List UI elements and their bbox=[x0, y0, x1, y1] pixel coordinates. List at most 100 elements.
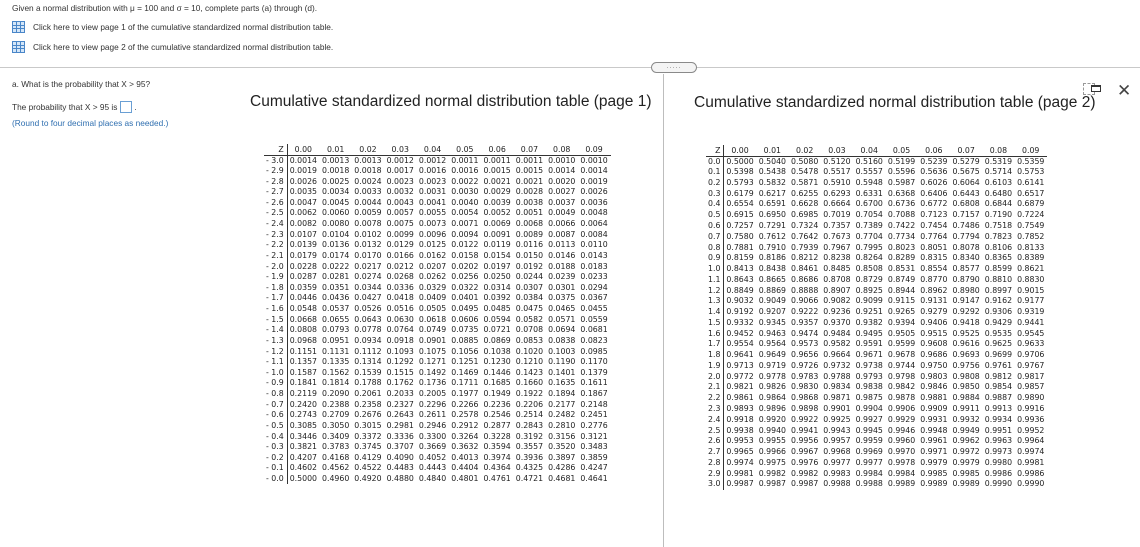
probability-cell: 0.9192 bbox=[726, 307, 754, 317]
probability-cell: 0.0057 bbox=[386, 208, 414, 218]
probability-cell: 0.9251 bbox=[855, 307, 883, 317]
probability-cell: 0.4168 bbox=[322, 452, 350, 462]
probability-cell: 0.1685 bbox=[483, 378, 511, 388]
probability-cell: 0.8508 bbox=[855, 264, 883, 274]
z-value-cell: 1.9 bbox=[706, 360, 725, 372]
probability-cell: 0.9812 bbox=[984, 371, 1013, 381]
probability-cell: 0.0778 bbox=[354, 325, 382, 335]
probability-cell: 0.1867 bbox=[580, 389, 608, 399]
probability-cell: 0.2005 bbox=[418, 389, 447, 399]
probability-cell: 0.7422 bbox=[887, 220, 916, 230]
probability-cell: 0.9971 bbox=[920, 447, 948, 457]
probability-cell: 0.9940 bbox=[758, 425, 786, 435]
probability-cell: 0.3974 bbox=[483, 452, 511, 462]
column-header: 0.09 bbox=[1015, 145, 1048, 157]
probability-cell: 0.9989 bbox=[920, 479, 948, 489]
probability-cell: 0.0055 bbox=[418, 208, 447, 218]
probability-cell: 0.2236 bbox=[483, 399, 511, 409]
probability-cell: 0.9976 bbox=[791, 457, 819, 467]
table-row: 2.2 0.9861 0.9864 0.9868 0.9871 0.9875 0.9878 0… bbox=[706, 392, 1047, 404]
probability-cell: 0.9988 bbox=[823, 479, 851, 489]
probability-cell: 0.5040 bbox=[758, 156, 786, 166]
probability-cell: 0.9916 bbox=[1017, 403, 1045, 413]
probability-cell: 0.5948 bbox=[855, 177, 883, 187]
probability-cell: 0.9927 bbox=[855, 414, 883, 424]
probability-cell: 0.9963 bbox=[984, 436, 1013, 446]
probability-cell: 0.9783 bbox=[791, 371, 819, 381]
probability-cell: 0.5120 bbox=[823, 156, 851, 166]
table-row: - 1.7 0.0446 0.0436 0.0427 0.0418 0.0409 0.040… bbox=[264, 293, 611, 304]
z-value-cell: 2.0 bbox=[706, 371, 725, 383]
probability-cell: 0.8944 bbox=[887, 285, 916, 295]
probability-cell: 0.0012 bbox=[418, 155, 447, 165]
probability-cell: 0.9345 bbox=[758, 317, 786, 327]
probability-cell: 0.0244 bbox=[515, 272, 544, 282]
probability-cell: 0.9826 bbox=[758, 382, 786, 392]
probability-cell: 0.9671 bbox=[855, 350, 883, 360]
probability-cell: 0.9846 bbox=[920, 382, 948, 392]
probability-cell: 0.0336 bbox=[386, 282, 414, 292]
probability-cell: 0.4090 bbox=[386, 452, 414, 462]
table-row: - 0.8 0.2119 0.2090 0.2061 0.2033 0.2005 0.197… bbox=[264, 388, 611, 400]
probability-cell: 0.0901 bbox=[418, 335, 447, 345]
probability-cell: 0.4920 bbox=[354, 474, 382, 484]
probability-cell: 0.3121 bbox=[580, 431, 608, 441]
probability-cell: 0.0060 bbox=[322, 208, 350, 218]
probability-cell: 0.0158 bbox=[451, 250, 479, 260]
table-row: 1.7 0.9554 0.9564 0.9573 0.9582 0.9591 0.9599 0… bbox=[706, 339, 1047, 350]
probability-cell: 0.2946 bbox=[418, 420, 447, 430]
z-value-cell: - 1.4 bbox=[264, 325, 288, 336]
column-header: 0.00 bbox=[723, 145, 757, 157]
probability-cell: 0.0014 bbox=[289, 155, 317, 165]
divider-handle[interactable]: ..... bbox=[651, 62, 697, 73]
table-page1-link[interactable]: Click here to view page 1 of the cumulat… bbox=[12, 21, 333, 33]
probability-cell: 0.0516 bbox=[386, 304, 414, 314]
probability-cell: 0.0375 bbox=[548, 293, 576, 303]
probability-cell: 0.0475 bbox=[515, 304, 544, 314]
probability-cell: 0.1949 bbox=[483, 389, 511, 399]
probability-cell: 0.6985 bbox=[791, 210, 819, 220]
probability-cell: 0.9306 bbox=[984, 307, 1013, 317]
probability-cell: 0.1423 bbox=[515, 367, 544, 377]
table-row: 0.7 0.7580 0.7612 0.7642 0.7673 0.7704 0.7734 0… bbox=[706, 231, 1047, 243]
probability-cell: 0.8438 bbox=[758, 264, 786, 274]
probability-cell: 0.6064 bbox=[952, 177, 980, 187]
probability-cell: 0.0869 bbox=[483, 335, 511, 345]
probability-cell: 0.4840 bbox=[418, 474, 447, 484]
probability-cell: 0.7673 bbox=[823, 231, 851, 241]
probability-cell: 0.0026 bbox=[580, 187, 608, 197]
probability-cell: 0.3228 bbox=[483, 431, 511, 441]
probability-cell: 0.7823 bbox=[984, 231, 1013, 241]
probability-cell: 0.1492 bbox=[418, 367, 447, 377]
probability-cell: 0.0143 bbox=[580, 250, 608, 260]
probability-cell: 0.9969 bbox=[855, 447, 883, 457]
z-value-cell: 1.0 bbox=[706, 263, 725, 275]
table-page2-link[interactable]: Click here to view page 2 of the cumulat… bbox=[12, 41, 333, 53]
close-icon[interactable]: ✕ bbox=[1117, 82, 1131, 99]
probability-cell: 0.2033 bbox=[386, 389, 414, 399]
minimize-icon[interactable] bbox=[1091, 85, 1101, 92]
probability-cell: 0.9934 bbox=[984, 414, 1013, 424]
table-row: 2.5 0.9938 0.9940 0.9941 0.9943 0.9945 0.9946 0… bbox=[706, 425, 1047, 436]
answer-input[interactable] bbox=[120, 101, 133, 113]
probability-cell: 0.9162 bbox=[984, 296, 1013, 306]
probability-cell: 0.9750 bbox=[920, 360, 948, 370]
table-page2-link-text[interactable]: Click here to view page 2 of the cumulat… bbox=[33, 42, 333, 52]
z-value-cell: - 1.0 bbox=[264, 367, 288, 379]
table-page1-link-text[interactable]: Click here to view page 1 of the cumulat… bbox=[33, 22, 333, 32]
probability-cell: 0.9525 bbox=[952, 328, 980, 338]
column-header: 0.06 bbox=[918, 145, 951, 157]
z-value-cell: 1.7 bbox=[706, 339, 725, 350]
z-value-cell: 3.0 bbox=[706, 478, 725, 490]
probability-cell: 0.4286 bbox=[548, 463, 576, 473]
probability-cell: 0.0606 bbox=[451, 314, 479, 324]
table-row: - 2.6 0.0047 0.0045 0.0044 0.0043 0.0041 0.004… bbox=[264, 197, 611, 209]
table2-title: Cumulative standardized normal distribut… bbox=[694, 94, 1096, 111]
probability-cell: 0.0359 bbox=[289, 282, 317, 292]
probability-cell: 0.0344 bbox=[354, 282, 382, 292]
z-value-cell: 0.0 bbox=[706, 156, 725, 167]
probability-cell: 0.9982 bbox=[758, 468, 786, 478]
table-row: 2.1 0.9821 0.9826 0.9830 0.9834 0.9838 0.9842 0… bbox=[706, 382, 1047, 393]
table-row: 1.9 0.9713 0.9719 0.9726 0.9732 0.9738 0.9744 0… bbox=[706, 360, 1047, 372]
probability-cell: 0.9713 bbox=[726, 360, 754, 370]
